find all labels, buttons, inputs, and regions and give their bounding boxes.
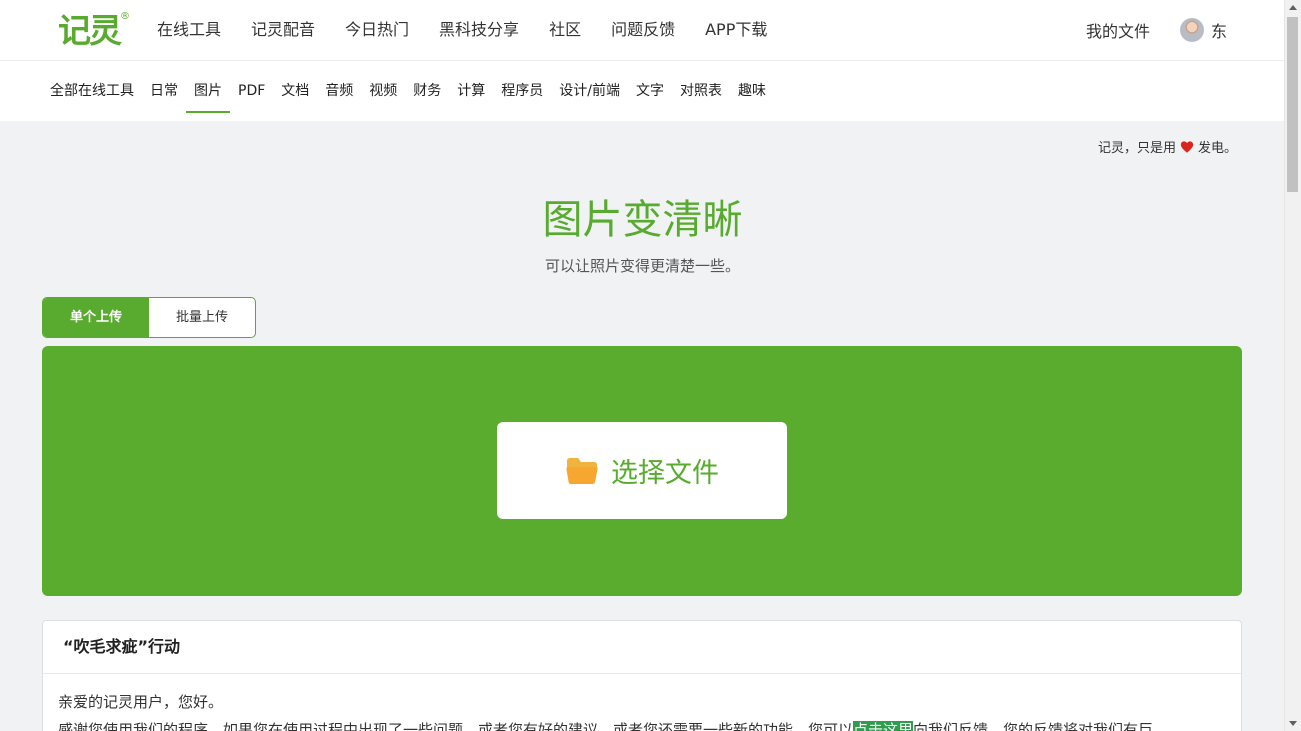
category-nav: 全部在线工具 日常 图片 PDF 文档 音频 视频 财务 计算 程序员 设计/前… xyxy=(0,61,1285,121)
scroll-up-arrow-icon[interactable] xyxy=(1289,5,1297,10)
category-design-frontend[interactable]: 设计/前端 xyxy=(551,61,628,121)
category-all-tools[interactable]: 全部在线工具 xyxy=(42,61,142,121)
nav-feedback[interactable]: 问题反馈 xyxy=(596,0,690,60)
upload-dropzone[interactable]: 选择文件 xyxy=(42,346,1242,596)
nav-online-tools[interactable]: 在线工具 xyxy=(142,0,236,60)
category-text[interactable]: 文字 xyxy=(628,61,672,121)
category-pdf[interactable]: PDF xyxy=(230,61,273,121)
page-description: 可以让照片变得更清楚一些。 xyxy=(544,257,740,275)
select-file-button[interactable]: 选择文件 xyxy=(497,422,787,519)
notice-greeting: 亲爱的记灵用户，您好。 xyxy=(58,693,224,711)
category-programmer[interactable]: 程序员 xyxy=(493,61,551,121)
tab-batch-upload[interactable]: 批量上传 xyxy=(149,298,255,337)
slogan-before: 记灵，只是用 xyxy=(1097,141,1176,156)
category-reference-tables[interactable]: 对照表 xyxy=(672,61,730,121)
category-fun[interactable]: 趣味 xyxy=(730,61,774,121)
my-files-link[interactable]: 我的文件 xyxy=(1086,18,1150,42)
nav-tech-share[interactable]: 黑科技分享 xyxy=(424,0,534,60)
main-nav: 在线工具 记灵配音 今日热门 黑科技分享 社区 问题反馈 APP下载 xyxy=(142,0,782,60)
page-title: 图片变清晰 xyxy=(542,197,743,243)
category-finance[interactable]: 财务 xyxy=(405,61,449,121)
nav-community[interactable]: 社区 xyxy=(534,0,596,60)
category-video[interactable]: 视频 xyxy=(361,61,405,121)
slogan-after: 发电。 xyxy=(1197,141,1237,156)
category-calculation[interactable]: 计算 xyxy=(449,61,493,121)
category-audio[interactable]: 音频 xyxy=(317,61,361,121)
folder-icon xyxy=(566,457,598,484)
select-file-label: 选择文件 xyxy=(611,458,719,489)
notice-panel: “吹毛求疵”行动 亲爱的记灵用户，您好。 感谢您使用我们的程序，如果您在使用过程… xyxy=(42,620,1242,731)
category-daily[interactable]: 日常 xyxy=(142,61,186,121)
tab-single-upload[interactable]: 单个上传 xyxy=(43,298,149,337)
scroll-down-arrow-icon[interactable] xyxy=(1289,721,1297,726)
top-header: 记灵 ® 在线工具 记灵配音 今日热门 黑科技分享 社区 问题反馈 APP下载 … xyxy=(0,0,1285,61)
category-document[interactable]: 文档 xyxy=(273,61,317,121)
nav-trending[interactable]: 今日热门 xyxy=(330,0,424,60)
notice-body: 感谢您使用我们的程序，如果您在使用过程中出现了一些问题，或者您有好的建议，或者您… xyxy=(58,719,1153,731)
heart-icon xyxy=(1180,140,1194,153)
slogan: 记灵，只是用 发电。 xyxy=(1098,137,1237,156)
registered-mark: ® xyxy=(120,11,130,22)
notice-title: “吹毛求疵”行动 xyxy=(43,621,1241,674)
logo[interactable]: 记灵 ® xyxy=(58,11,130,52)
nav-dubbing[interactable]: 记灵配音 xyxy=(236,0,330,60)
notice-body-before: 感谢您使用我们的程序，如果您在使用过程中出现了一些问题，或者您有好的建议，或者您… xyxy=(58,721,854,731)
feedback-link[interactable]: 点击这里 xyxy=(853,721,914,731)
upload-mode-tabs: 单个上传 批量上传 xyxy=(42,297,256,338)
vertical-scrollbar[interactable] xyxy=(1284,0,1301,731)
page: 记灵 ® 在线工具 记灵配音 今日热门 黑科技分享 社区 问题反馈 APP下载 … xyxy=(0,0,1285,731)
username[interactable]: 东 xyxy=(1211,18,1227,42)
user-area: 我的文件 东 xyxy=(1086,0,1227,60)
nav-app-download[interactable]: APP下载 xyxy=(690,0,782,60)
category-image[interactable]: 图片 xyxy=(186,61,230,121)
logo-text: 记灵 xyxy=(58,11,122,50)
scroll-thumb[interactable] xyxy=(1287,17,1298,192)
notice-body-after: 向我们反馈，您的反馈将对我们有巨 xyxy=(913,721,1154,731)
avatar[interactable] xyxy=(1179,18,1204,42)
